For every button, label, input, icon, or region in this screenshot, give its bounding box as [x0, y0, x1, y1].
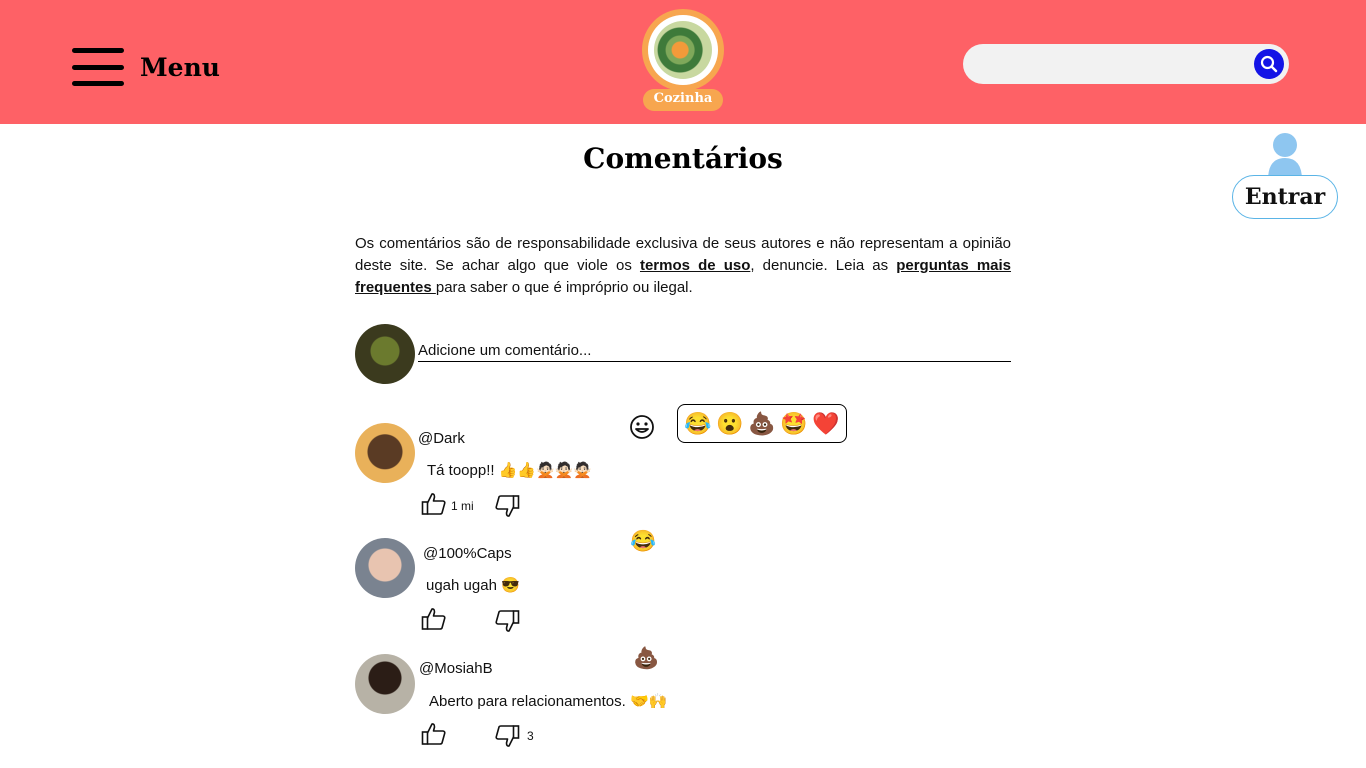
- comment-text: ugah ugah 😎: [426, 577, 520, 594]
- dislike-count: 3: [527, 729, 534, 743]
- disclaimer-text: para saber o que é impróprio ou ilegal.: [435, 279, 693, 296]
- reaction-picker: 😂 😮 💩 🤩 ❤️: [677, 404, 847, 443]
- comment-input[interactable]: [418, 340, 1011, 362]
- thumbs-down-icon[interactable]: [494, 609, 520, 633]
- comment-text: Tá toopp!! 👍👍🙅🏻🙅🏻🙅🏻: [427, 462, 593, 479]
- avatar[interactable]: [355, 423, 415, 483]
- menu-label: Menu: [140, 52, 220, 82]
- avatar[interactable]: [355, 654, 415, 714]
- reaction-heart[interactable]: ❤️: [812, 412, 839, 435]
- site-header: Menu Cozinha: [0, 0, 1366, 124]
- thumbs-down-icon[interactable]: [494, 494, 520, 518]
- thumbs-up-icon[interactable]: [421, 722, 447, 746]
- comment-reaction: 💩: [633, 647, 660, 670]
- search-bar: [963, 44, 1289, 84]
- logo-text: Cozinha: [643, 89, 723, 111]
- page-title: Comentários: [583, 142, 783, 175]
- salad-bowl-icon: [654, 21, 712, 79]
- search-input[interactable]: [979, 50, 1247, 78]
- smiley-icon[interactable]: [629, 414, 655, 440]
- menu-button[interactable]: Menu: [72, 48, 220, 86]
- reaction-starstruck[interactable]: 🤩: [780, 412, 807, 435]
- comment-username[interactable]: @Dark: [418, 430, 465, 447]
- login-button[interactable]: Entrar: [1232, 175, 1338, 219]
- hamburger-icon: [72, 48, 124, 86]
- thumbs-down-icon[interactable]: [494, 724, 520, 748]
- terms-of-use-link[interactable]: termos de uso: [640, 257, 750, 274]
- comment-reaction: 😂: [630, 530, 657, 553]
- like-count: 1 mi: [451, 499, 474, 513]
- comment-username[interactable]: @MosiahB: [419, 660, 493, 677]
- comment-text: Aberto para relacionamentos. 🤝🙌: [429, 693, 668, 710]
- logo-plate: [642, 9, 724, 91]
- disclaimer-text: , denuncie. Leia as: [750, 257, 897, 274]
- comment-username[interactable]: @100%Caps: [423, 545, 512, 562]
- thumbs-up-icon[interactable]: [421, 492, 447, 516]
- thumbs-up-icon[interactable]: [421, 607, 447, 631]
- current-user-avatar: [355, 324, 415, 384]
- search-button[interactable]: [1254, 49, 1284, 79]
- site-logo[interactable]: Cozinha: [642, 9, 724, 111]
- search-icon: [1260, 55, 1278, 73]
- reaction-laugh[interactable]: 😂: [684, 412, 711, 435]
- reaction-surprised[interactable]: 😮: [716, 412, 743, 435]
- comments-disclaimer: Os comentários são de responsabilidade e…: [355, 233, 1011, 299]
- avatar[interactable]: [355, 538, 415, 598]
- reaction-poop[interactable]: 💩: [748, 412, 775, 435]
